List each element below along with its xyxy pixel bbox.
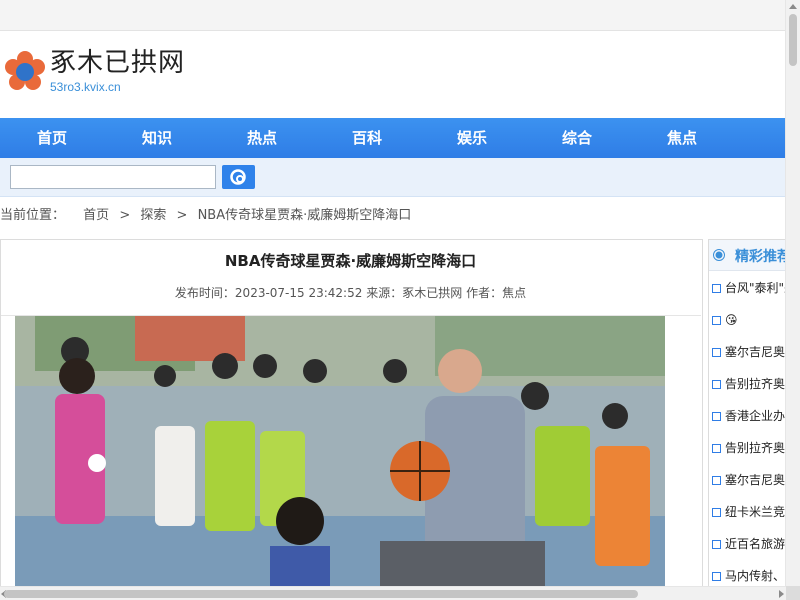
scrollbar-thumb[interactable] xyxy=(4,590,638,598)
bullet-icon xyxy=(712,348,721,357)
breadcrumb: 当前位置： 首页 > 探索 > NBA传奇球星贾森·威廉姆斯空降海口 xyxy=(0,204,411,224)
horizontal-scrollbar[interactable] xyxy=(0,586,786,600)
publish-time-label: 发布时间： xyxy=(174,286,235,300)
bullet-icon xyxy=(712,508,721,517)
flower-logo-icon[interactable] xyxy=(3,50,47,94)
article-image xyxy=(15,316,665,586)
breadcrumb-separator: > xyxy=(119,208,131,223)
sidebar-link[interactable]: 台风"泰利"来 xyxy=(712,279,796,297)
bullet-icon xyxy=(712,316,721,325)
sidebar-link[interactable]: 塞尔吉尼奥 xyxy=(712,343,785,361)
sidebar-link[interactable]: 香港企业办 xyxy=(712,407,785,425)
search-input[interactable] xyxy=(10,165,216,189)
sidebar-link[interactable]: 告别拉齐奥 xyxy=(712,375,785,393)
target-icon xyxy=(713,249,725,261)
search-icon xyxy=(230,169,246,185)
nav-item-entertainment[interactable]: 娱乐 xyxy=(442,118,502,158)
sidebar-link[interactable]: 纽卡米兰竞 xyxy=(712,503,785,521)
sidebar-link[interactable]: 😘 xyxy=(712,311,738,329)
nav-item-home[interactable]: 首页 xyxy=(22,118,82,158)
bullet-icon xyxy=(712,540,721,549)
sidebar-title: 精彩推荐 xyxy=(735,249,791,265)
author-label: 作者： xyxy=(466,286,503,300)
article-meta: 发布时间：2023-07-15 23:42:52 来源：豖木已拱网 作者：焦点 xyxy=(0,284,701,301)
breadcrumb-explore[interactable]: 探索 xyxy=(140,204,166,223)
vertical-scrollbar[interactable] xyxy=(785,0,800,586)
breadcrumb-home[interactable]: 首页 xyxy=(83,204,109,223)
nav-item-hot[interactable]: 热点 xyxy=(232,118,292,158)
search-button[interactable] xyxy=(222,165,255,189)
scroll-right-arrow-icon[interactable] xyxy=(779,590,784,598)
nav-item-general[interactable]: 综合 xyxy=(547,118,607,158)
scrollbar-corner xyxy=(786,586,800,600)
sidebar-link[interactable]: 告别拉齐奥 xyxy=(712,439,785,457)
bullet-icon xyxy=(712,380,721,389)
bullet-icon xyxy=(712,412,721,421)
source-label: 来源： xyxy=(366,286,403,300)
site-domain: 53ro3.kvix.cn xyxy=(50,80,121,94)
nav-item-knowledge[interactable]: 知识 xyxy=(127,118,187,158)
breadcrumb-separator: > xyxy=(176,208,188,223)
page: 豖木已拱网 53ro3.kvix.cn 首页 知识 热点 百科 娱乐 综合 焦点… xyxy=(0,0,800,600)
bullet-icon xyxy=(712,476,721,485)
nav-item-focus[interactable]: 焦点 xyxy=(652,118,712,158)
site-name[interactable]: 豖木已拱网 xyxy=(50,42,185,79)
scrollbar-thumb[interactable] xyxy=(789,14,797,66)
author: 焦点 xyxy=(502,286,527,300)
bullet-icon xyxy=(712,284,721,293)
source[interactable]: 豖木已拱网 xyxy=(402,286,462,300)
main-nav: 首页 知识 热点 百科 娱乐 综合 焦点 xyxy=(0,118,786,158)
publish-time: 2023-07-15 23:42:52 xyxy=(234,286,363,300)
scroll-up-arrow-icon[interactable] xyxy=(789,4,797,9)
bullet-icon xyxy=(712,444,721,453)
sidebar-link[interactable]: 马内传射、 xyxy=(712,567,785,585)
browser-top-strip xyxy=(0,0,786,31)
sidebar-link[interactable]: 近百名旅游 xyxy=(712,535,785,553)
nav-item-encyclopedia[interactable]: 百科 xyxy=(337,118,397,158)
sidebar-link[interactable]: 塞尔吉尼奥 xyxy=(712,471,785,489)
article-title: NBA传奇球星贾森·威廉姆斯空降海口 xyxy=(224,252,477,270)
breadcrumb-label: 当前位置： xyxy=(0,208,66,223)
bullet-icon xyxy=(712,572,721,581)
breadcrumb-current: NBA传奇球星贾森·威廉姆斯空降海口 xyxy=(197,208,412,223)
